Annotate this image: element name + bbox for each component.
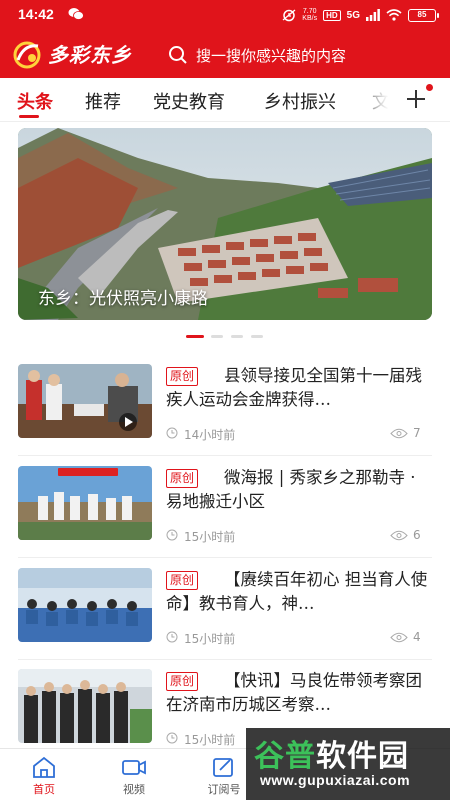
subscribe-icon (213, 758, 233, 777)
alarm-icon (282, 9, 296, 22)
banner-caption: 东乡：光伏照亮小康路 (38, 289, 208, 309)
status-icons: 7.70 KB/s HD 5G 85 (282, 6, 439, 24)
tab-party-history[interactable]: 党史教育 (153, 88, 225, 114)
category-tabs: 头条 推荐 党史教育 乡村振兴 文 (0, 78, 450, 122)
battery-indicator: 85 (408, 8, 439, 22)
watermark-overlay: 谷普软件园 www.gupuxiazai.com (246, 728, 450, 800)
network-type: 5G (346, 9, 360, 21)
wechat-icon (68, 8, 84, 20)
app-logo-icon (13, 41, 41, 69)
active-tab-indicator (19, 115, 39, 118)
home-icon (33, 756, 55, 778)
watermark-title: 谷普软件园 (254, 739, 409, 774)
news-time: 15小时前 (184, 530, 236, 544)
nav-video[interactable]: 视频 (104, 755, 164, 797)
clock-icon (166, 529, 178, 541)
nav-home[interactable]: 首页 (14, 755, 74, 797)
carousel-indicator (0, 335, 450, 339)
news-views: 6 (413, 528, 421, 542)
clock: 14:42 (18, 6, 54, 22)
search-placeholder: 搜一搜你感兴趣的内容 (196, 46, 347, 65)
news-thumbnail (18, 466, 152, 540)
news-thumbnail (18, 364, 152, 438)
news-views: 4 (413, 630, 421, 644)
news-views: 7 (413, 426, 421, 440)
news-item[interactable]: 原创 县领导接见全国第十一届残疾人运动会金牌获得… 14小时前 7 (0, 364, 450, 464)
add-channel-icon[interactable] (403, 86, 429, 112)
carousel-dot[interactable] (211, 335, 223, 338)
signal-icon (366, 9, 380, 21)
news-title: 【赓续百年初心 担当育人使命】教书育人，神… (166, 570, 428, 613)
video-icon (122, 760, 146, 775)
carousel-dot[interactable] (186, 335, 204, 338)
tab-headlines[interactable]: 头条 (17, 88, 53, 114)
search-icon (169, 46, 187, 64)
clock-icon (166, 631, 178, 643)
watermark-url: www.gupuxiazai.com (260, 772, 411, 788)
tab-recommended[interactable]: 推荐 (85, 88, 121, 114)
clock-icon (166, 427, 178, 439)
news-thumbnail (18, 669, 152, 743)
news-title: 微海报 | 秀家乡之那勒寺 · 易地搬迁小区 (166, 468, 416, 511)
app-brand-title: 多彩东乡 (48, 43, 132, 67)
views-eye-icon (390, 428, 408, 439)
news-title: 【快讯】马良佐带领考察团在济南市历城区考察… (166, 671, 422, 714)
network-speed: 7.70 KB/s (302, 8, 318, 22)
news-thumbnail (18, 568, 152, 642)
news-title: 县领导接见全国第十一届残疾人运动会金牌获得… (166, 366, 422, 409)
news-time: 15小时前 (184, 733, 236, 747)
notification-dot (426, 84, 433, 91)
news-item[interactable]: 原创 微海报 | 秀家乡之那勒寺 · 易地搬迁小区 15小时前 6 (0, 466, 450, 566)
tab-rural-revitalization[interactable]: 乡村振兴 (264, 88, 336, 114)
news-item[interactable]: 原创 【赓续百年初心 担当育人使命】教书育人，神… 15小时前 4 (0, 568, 450, 668)
wifi-icon (386, 9, 402, 21)
featured-banner[interactable]: 东乡：光伏照亮小康路 (18, 128, 432, 320)
carousel-dot[interactable] (251, 335, 263, 338)
hd-badge: HD (323, 9, 341, 21)
clock-icon (166, 732, 178, 744)
carousel-dot[interactable] (231, 335, 243, 338)
news-time: 14小时前 (184, 428, 236, 442)
app-header: 多彩东乡 搜一搜你感兴趣的内容 (0, 30, 450, 78)
nav-subscribe[interactable]: 订阅号 (194, 755, 254, 797)
views-eye-icon (390, 530, 408, 541)
search-bar[interactable]: 搜一搜你感兴趣的内容 (168, 41, 438, 69)
tab-fade (350, 78, 395, 121)
divider (18, 455, 432, 456)
news-time: 15小时前 (184, 632, 236, 646)
views-eye-icon (390, 632, 408, 643)
divider (18, 557, 432, 558)
divider (18, 659, 432, 660)
status-bar: 14:42 7.70 KB/s HD 5G 85 (0, 0, 450, 30)
